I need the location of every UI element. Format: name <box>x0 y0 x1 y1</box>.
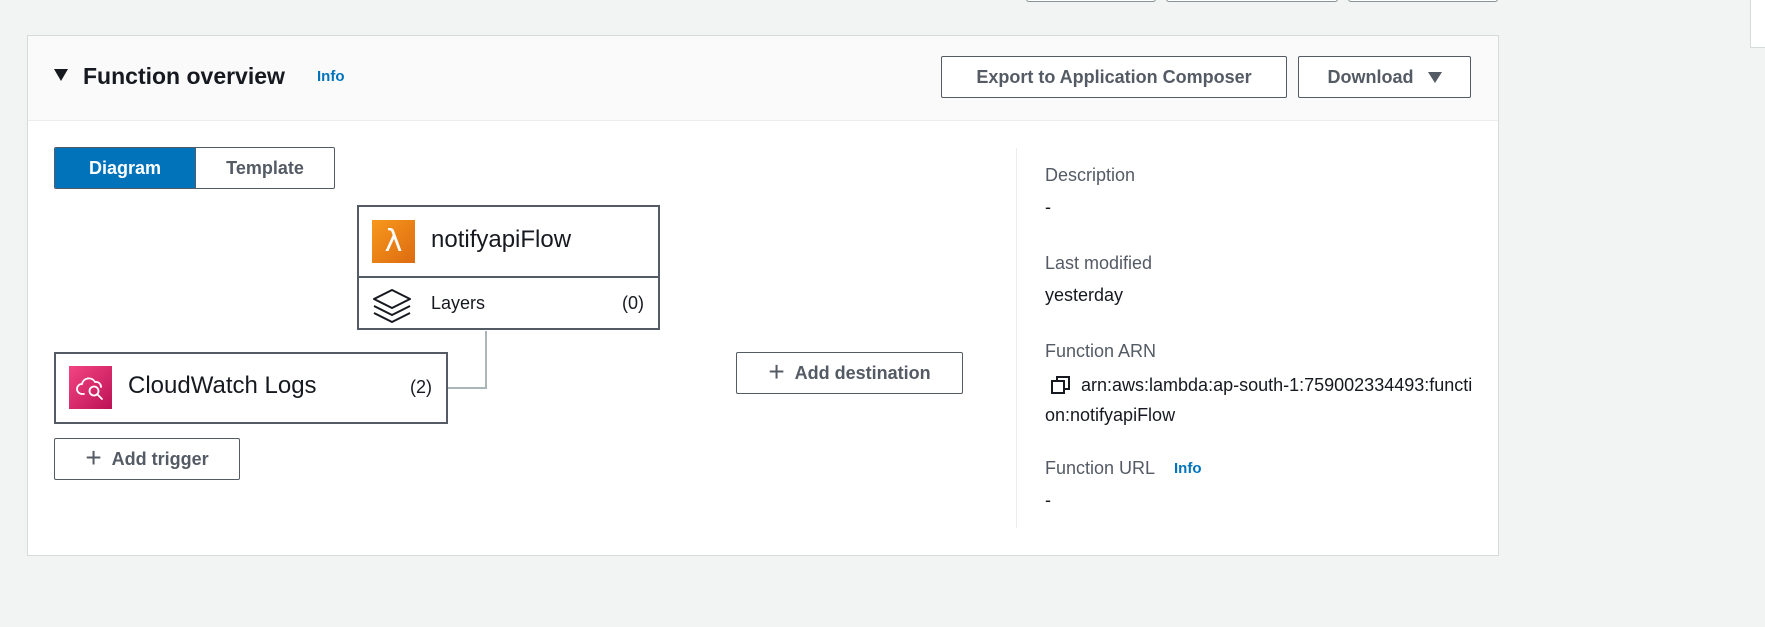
add-trigger-label: Add trigger <box>111 448 209 469</box>
info-link[interactable]: Info <box>317 68 345 85</box>
function-name: notifyapiFlow <box>431 226 572 253</box>
cloudwatch-logs-icon <box>69 366 112 409</box>
tab-diagram[interactable]: Diagram <box>55 148 195 188</box>
export-to-application-composer-button[interactable]: Export to Application Composer <box>941 56 1287 98</box>
function-arn-value: arn:aws:lambda:ap-south-1:759002334493:f… <box>1045 375 1473 425</box>
connector-line <box>485 331 487 388</box>
top-toolbar-button[interactable] <box>1026 0 1156 2</box>
add-trigger-button[interactable]: + Add trigger <box>54 438 240 480</box>
caret-down-icon <box>1427 71 1442 83</box>
side-panel-edge <box>1750 0 1765 48</box>
top-toolbar-button[interactable] <box>1348 0 1498 2</box>
layers-icon <box>373 289 411 323</box>
add-destination-label: Add destination <box>794 362 931 383</box>
panel-title: Function overview <box>83 63 285 89</box>
last-modified-value: yesterday <box>1045 285 1124 305</box>
download-button-label: Download <box>1327 66 1414 87</box>
layers-label[interactable]: Layers <box>431 292 485 314</box>
lambda-icon: λ <box>372 220 415 263</box>
trigger-count: (2) <box>410 377 432 397</box>
description-value: - <box>1045 197 1051 217</box>
description-label: Description <box>1045 165 1136 185</box>
column-divider <box>1016 148 1017 528</box>
connector-line <box>448 387 487 389</box>
last-modified-label: Last modified <box>1045 253 1153 273</box>
function-arn-label: Function ARN <box>1045 341 1157 361</box>
function-url-value: - <box>1045 490 1051 510</box>
function-url-label: Function URL <box>1045 458 1156 478</box>
export-button-label: Export to Application Composer <box>976 66 1252 87</box>
trigger-name: CloudWatch Logs <box>128 372 317 399</box>
collapse-caret-icon[interactable] <box>54 69 68 81</box>
layers-count: (0) <box>622 293 644 313</box>
tab-template[interactable]: Template <box>195 148 334 188</box>
view-toggle: Diagram Template <box>54 147 335 189</box>
plus-icon: + <box>768 356 785 387</box>
top-toolbar-button[interactable] <box>1166 0 1338 2</box>
plus-icon: + <box>85 442 102 473</box>
add-destination-button[interactable]: + Add destination <box>736 352 963 394</box>
download-button[interactable]: Download <box>1298 56 1471 98</box>
function-node-divider <box>359 276 658 278</box>
function-url-info-link[interactable]: Info <box>1174 460 1202 477</box>
